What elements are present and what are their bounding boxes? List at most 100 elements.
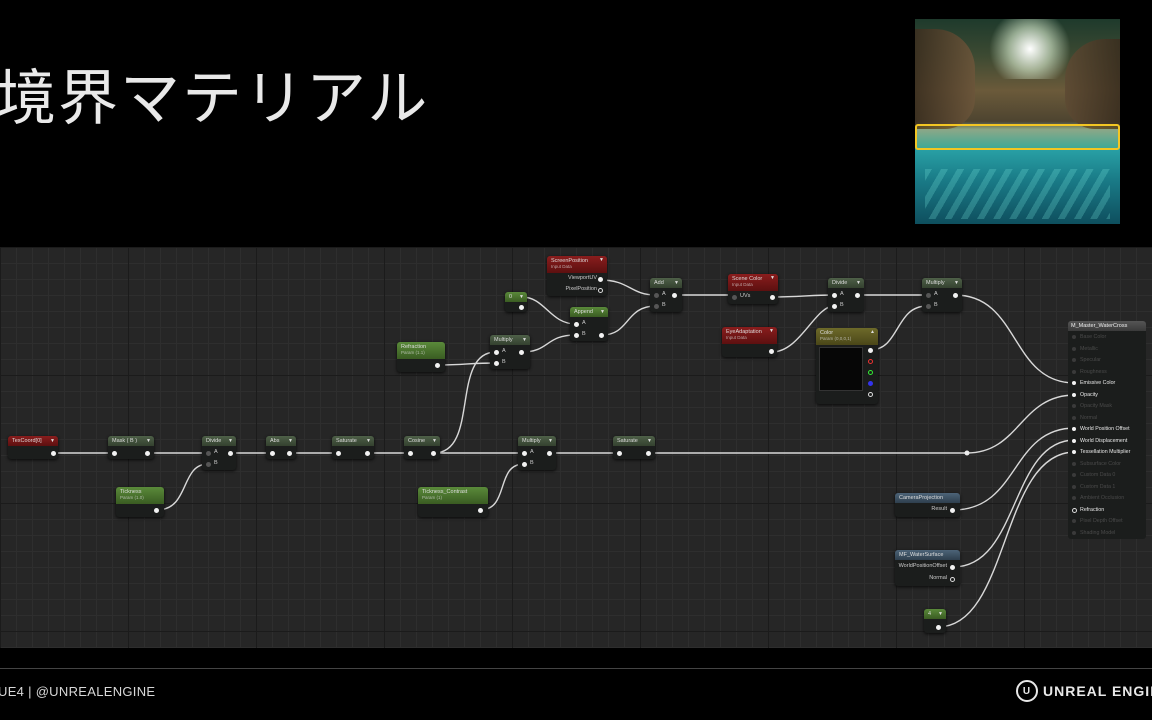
screenposition-node[interactable]: ScreenPosition Input Data ▼ ViewportUV Pix… <box>547 256 607 296</box>
multiply-right-pin-b[interactable] <box>926 304 931 309</box>
material-pin-emissive-color[interactable]: Emissive Color <box>1072 380 1115 386</box>
tickness-param-node[interactable]: Tickness Param (1.0) <box>116 487 164 517</box>
constant-four-output-pin[interactable] <box>936 625 941 630</box>
add-pin-a[interactable] <box>654 293 659 298</box>
material-pin-opacity-mask[interactable]: Opacity Mask <box>1072 403 1112 409</box>
append-node[interactable]: Append ▼ A B <box>570 307 608 341</box>
texcoord-output-pin[interactable] <box>51 451 56 456</box>
color-swatch[interactable] <box>819 347 863 391</box>
material-pin-refraction[interactable]: Refraction <box>1072 507 1104 513</box>
color-r-output-pin[interactable] <box>868 359 873 364</box>
saturate-2-output-pin[interactable] <box>646 451 651 456</box>
mf-watersurface-normal-pin[interactable] <box>950 577 955 582</box>
mask-output-pin[interactable] <box>145 451 150 456</box>
material-pin-roughness[interactable]: Roughness <box>1072 369 1107 375</box>
scenecolor-uvs-pin[interactable] <box>732 295 737 300</box>
divide-2-pin-a[interactable] <box>832 293 837 298</box>
color-a-output-pin[interactable] <box>868 392 873 397</box>
divide-2-pin-b[interactable] <box>832 304 837 309</box>
material-pin-shading-model[interactable]: Shading Model <box>1072 530 1115 536</box>
color-b-output-pin[interactable] <box>868 381 873 386</box>
water-preview-image <box>915 19 1120 224</box>
material-pin-world-position-offset[interactable]: World Position Offset <box>1072 426 1130 432</box>
abs-input-pin[interactable] <box>270 451 275 456</box>
add-output-pin[interactable] <box>672 293 677 298</box>
cosine-input-pin[interactable] <box>408 451 413 456</box>
constant-zero-output-pin[interactable] <box>519 305 524 310</box>
material-pin-custom-data-0[interactable]: Custom Data 0 <box>1072 472 1115 478</box>
divide-2-output-pin[interactable] <box>855 293 860 298</box>
divide-1-pin-a[interactable] <box>206 451 211 456</box>
mf-watersurface-wpo-pin[interactable] <box>950 565 955 570</box>
multiply-right-pin-a[interactable] <box>926 293 931 298</box>
mask-input-pin[interactable] <box>112 451 117 456</box>
color-param-node[interactable]: Color Param (0,0,0,1) ▲ <box>816 328 878 404</box>
constant-four-node[interactable]: 4 ▼ <box>924 609 946 633</box>
mask-node[interactable]: Mask ( B ) ▼ <box>108 436 154 459</box>
footer-handle: UE4 | @UNREALENGINE <box>0 684 156 699</box>
eyeadaptation-node[interactable]: EyeAdaptation Input Data ▼ <box>722 327 777 357</box>
scenecolor-output-pin[interactable] <box>770 295 775 300</box>
material-pin-ambient-occlusion[interactable]: Ambient Occlusion <box>1072 495 1124 501</box>
saturate-1-output-pin[interactable] <box>365 451 370 456</box>
cameraprojection-node[interactable]: CameraProjection Result <box>895 493 960 517</box>
add-node[interactable]: Add ▼ A B <box>650 278 682 312</box>
divide-1-pin-b[interactable] <box>206 462 211 467</box>
material-pin-world-displacement[interactable]: World Displacement <box>1072 438 1127 444</box>
screenposition-viewportuv-pin[interactable] <box>598 277 603 282</box>
material-pin-base-color[interactable]: Base Color <box>1072 334 1106 340</box>
multiply-mid-output-pin[interactable] <box>547 451 552 456</box>
multiply-top-pin-a[interactable] <box>494 350 499 355</box>
material-pin-specular[interactable]: Specular <box>1072 357 1101 363</box>
material-pin-subsurface-color[interactable]: Subsurface Color <box>1072 461 1121 467</box>
material-pin-custom-data-1[interactable]: Custom Data 1 <box>1072 484 1115 490</box>
append-pin-b[interactable] <box>574 333 579 338</box>
saturate-node-2[interactable]: Saturate ▼ <box>613 436 655 459</box>
eyeadaptation-output-pin[interactable] <box>769 349 774 354</box>
material-graph-canvas[interactable]: TexCoord[0] ▼ Mask ( B ) ▼ Divide ▼ A B Abs… <box>0 247 1152 648</box>
tickness-output-pin[interactable] <box>154 508 159 513</box>
divide-node-2[interactable]: Divide ▼ A B <box>828 278 864 312</box>
constant-zero-node[interactable]: 0 ▼ <box>505 292 527 312</box>
material-pin-normal[interactable]: Normal <box>1072 415 1097 421</box>
material-pin-pixel-depth-offset[interactable]: Pixel Depth Offset <box>1072 518 1123 524</box>
saturate-2-input-pin[interactable] <box>617 451 622 456</box>
multiply-right-output-pin[interactable] <box>953 293 958 298</box>
divide-1-output-pin[interactable] <box>228 451 233 456</box>
append-pin-a[interactable] <box>574 322 579 327</box>
material-pin-tessellation-multiplier[interactable]: Tessellation Multiplier <box>1072 449 1130 455</box>
scenecolor-node[interactable]: Scene Color Input Data ▼ UVs <box>728 274 778 304</box>
multiply-node-right[interactable]: Multiply ▼ A B <box>922 278 962 312</box>
texcoord-node[interactable]: TexCoord[0] ▼ <box>8 436 58 459</box>
abs-output-pin[interactable] <box>287 451 292 456</box>
mf-watersurface-wpo-label: WorldPositionOffset <box>898 563 947 569</box>
cameraprojection-result-pin[interactable] <box>950 508 955 513</box>
abs-title: Abs <box>270 438 280 444</box>
material-title: M_Master_WaterCross <box>1068 321 1146 331</box>
cosine-node[interactable]: Cosine ▼ <box>404 436 440 459</box>
abs-node[interactable]: Abs ▼ <box>266 436 296 459</box>
screenposition-pixelposition-pin[interactable] <box>598 288 603 293</box>
tickness-contrast-param-node[interactable]: Tickness_Contrast Param (1) <box>418 487 488 517</box>
multiply-node-mid[interactable]: Multiply ▼ A B <box>518 436 556 470</box>
refraction-param-node[interactable]: Refraction Param (1.1) <box>397 342 445 372</box>
divide-node-1[interactable]: Divide ▼ A B <box>202 436 236 470</box>
material-pin-metallic[interactable]: Metallic <box>1072 346 1098 352</box>
multiply-mid-pin-a[interactable] <box>522 451 527 456</box>
multiply-top-output-pin[interactable] <box>519 350 524 355</box>
mf-watersurface-node[interactable]: MF_WaterSurface WorldPositionOffset Norm… <box>895 550 960 586</box>
multiply-top-pin-b[interactable] <box>494 361 499 366</box>
saturate-1-input-pin[interactable] <box>336 451 341 456</box>
material-result-node[interactable]: M_Master_WaterCross Base Color Metallic Sp… <box>1068 321 1146 539</box>
multiply-mid-pin-b[interactable] <box>522 462 527 467</box>
append-output-pin[interactable] <box>599 333 604 338</box>
color-rgb-output-pin[interactable] <box>868 348 873 353</box>
tickness-contrast-output-pin[interactable] <box>478 508 483 513</box>
material-pin-opacity[interactable]: Opacity <box>1072 392 1098 398</box>
saturate-node-1[interactable]: Saturate ▼ <box>332 436 374 459</box>
add-pin-b[interactable] <box>654 304 659 309</box>
multiply-node-top[interactable]: Multiply ▼ A B <box>490 335 530 369</box>
refraction-output-pin[interactable] <box>435 363 440 368</box>
color-g-output-pin[interactable] <box>868 370 873 375</box>
cosine-output-pin[interactable] <box>431 451 436 456</box>
